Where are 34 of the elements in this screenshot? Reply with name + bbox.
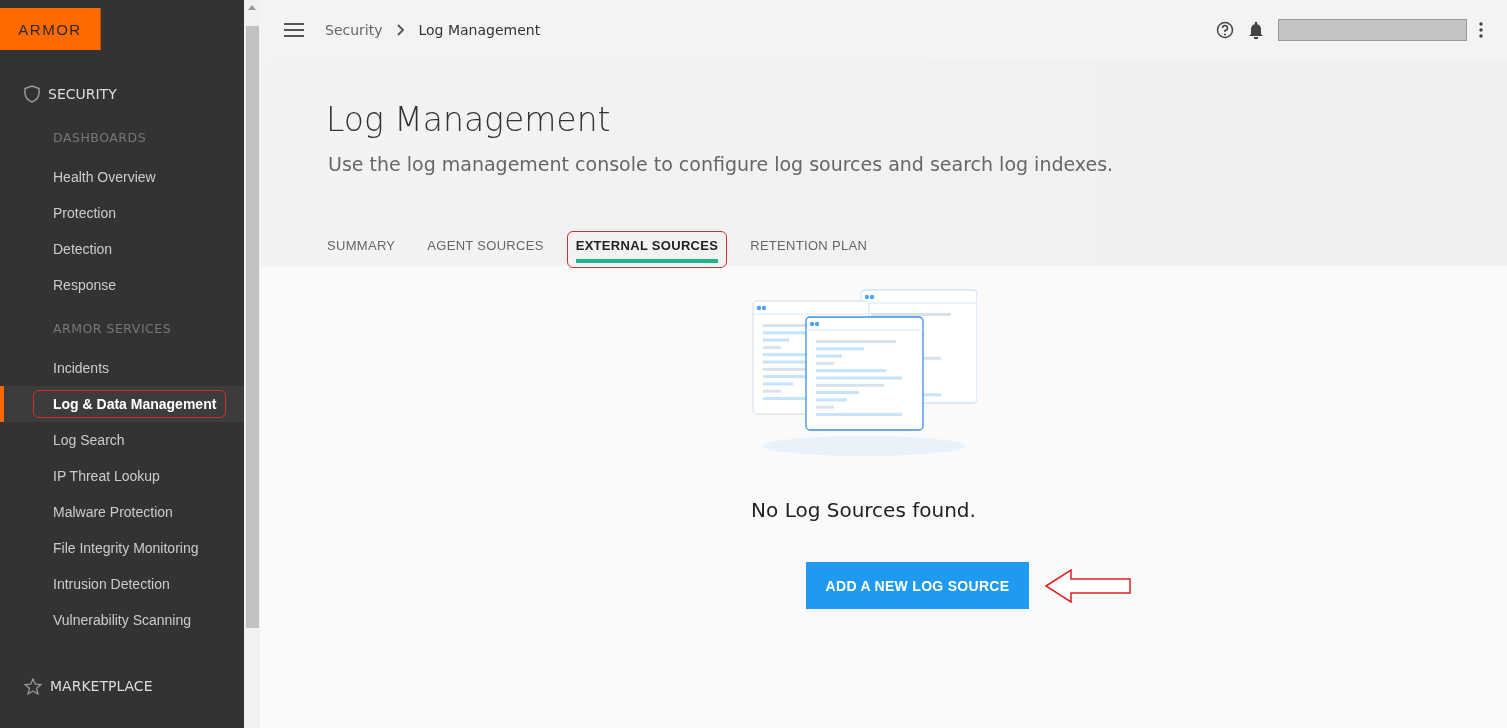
- nav-section-heading[interactable]: SECURITY: [48, 86, 117, 102]
- tab[interactable]: AGENT SOURCES: [418, 231, 553, 268]
- tab[interactable]: SUMMARY: [318, 231, 405, 268]
- page-title: Log Management: [326, 100, 612, 139]
- help-icon[interactable]: [1216, 21, 1234, 39]
- nav-item[interactable]: Detection: [33, 235, 123, 263]
- tab[interactable]: EXTERNAL SOURCES: [566, 231, 728, 268]
- nav-item[interactable]: Malware Protection: [33, 498, 183, 526]
- nav-item[interactable]: File Integrity Monitoring: [33, 534, 209, 562]
- scrollbar[interactable]: [244, 0, 260, 728]
- nav-item[interactable]: Incidents: [33, 354, 120, 382]
- page-subtitle: Use the log management console to configure log sources and search log indexes.: [328, 153, 1115, 175]
- empty-state-message: No Log Sources found.: [751, 498, 976, 522]
- nav-item[interactable]: Log Search: [33, 426, 135, 454]
- nav-item[interactable]: Response: [33, 271, 127, 299]
- star-icon: [24, 677, 42, 695]
- breadcrumb-link[interactable]: Log Management: [418, 22, 541, 38]
- shield-icon: [24, 85, 40, 103]
- nav-item[interactable]: Health Overview: [33, 163, 166, 191]
- more-options-icon[interactable]: [1479, 22, 1483, 38]
- menu-icon[interactable]: [284, 23, 304, 37]
- nav-item[interactable]: Log & Data Management: [33, 390, 227, 418]
- logo[interactable]: ARMOR: [0, 8, 101, 50]
- tab[interactable]: RETENTION PLAN: [741, 231, 877, 268]
- nav-item[interactable]: Protection: [33, 199, 127, 227]
- bell-icon[interactable]: [1248, 21, 1264, 39]
- chevron-right-icon: [396, 24, 405, 36]
- nav-item[interactable]: Intrusion Detection: [33, 570, 180, 598]
- breadcrumb-link[interactable]: Security: [325, 22, 383, 38]
- nav-section-heading[interactable]: MARKETPLACE: [50, 678, 153, 694]
- nav-item[interactable]: Vulnerability Scanning: [33, 606, 201, 634]
- nav-group-label: ARMOR SERVICES: [52, 321, 173, 336]
- nav-group-label: DASHBOARDS: [52, 130, 148, 145]
- nav-item[interactable]: IP Threat Lookup: [33, 462, 170, 490]
